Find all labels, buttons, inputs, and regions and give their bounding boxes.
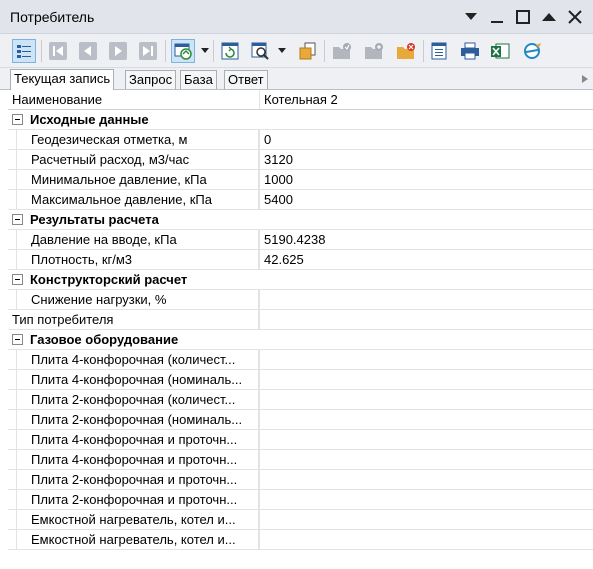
category-gas-equipment[interactable]: Газовое оборудование xyxy=(8,330,593,350)
property-label: Расчетный расход, м3/час xyxy=(31,152,190,167)
category-initial-data[interactable]: Исходные данные xyxy=(8,110,593,130)
tabs-scroll-right-icon[interactable] xyxy=(579,71,591,87)
property-value[interactable]: 5190.4238 xyxy=(259,230,593,249)
find-icon[interactable] xyxy=(248,39,272,63)
property-value[interactable]: 0 xyxy=(259,130,593,149)
property-label: Плита 4-конфорочная и проточн... xyxy=(31,432,238,447)
print-icon[interactable] xyxy=(458,39,482,63)
property-value[interactable] xyxy=(259,430,593,449)
property-label: Наименование xyxy=(12,92,103,107)
grid-row[interactable]: Емкостной нагреватель, котел и... xyxy=(8,530,593,550)
property-value[interactable] xyxy=(259,410,593,429)
property-value[interactable] xyxy=(259,510,593,529)
grid-row[interactable]: Минимальное давление, кПа 1000 xyxy=(8,170,593,190)
category-design-calculation[interactable]: Конструкторский расчет xyxy=(8,270,593,290)
property-value[interactable]: 42.625 xyxy=(259,250,593,269)
grid-row[interactable]: Давление на вводе, кПа 5190.4238 xyxy=(8,230,593,250)
refresh-icon[interactable] xyxy=(218,39,242,63)
category-title: Конструкторский расчет xyxy=(30,272,188,287)
property-label: Геодезическая отметка, м xyxy=(31,132,188,147)
collapse-up-icon[interactable] xyxy=(537,6,561,28)
category-title: Газовое оборудование xyxy=(30,332,179,347)
property-label: Емкостной нагреватель, котел и... xyxy=(31,532,236,547)
folder-delete-icon[interactable] xyxy=(394,39,418,63)
tab-current-record[interactable]: Текущая запись xyxy=(10,69,115,90)
tab-query[interactable]: Запрос xyxy=(125,70,177,89)
property-label: Плита 4-конфорочная и проточн... xyxy=(31,452,238,467)
dropdown-icon[interactable] xyxy=(459,6,483,28)
property-value[interactable] xyxy=(259,290,593,309)
tab-database[interactable]: База xyxy=(180,70,217,89)
minimize-icon[interactable] xyxy=(485,6,509,28)
grid-row[interactable]: Расчетный расход, м3/час 3120 xyxy=(8,150,593,170)
find-dropdown-icon[interactable] xyxy=(278,48,286,54)
category-title: Исходные данные xyxy=(30,112,149,127)
property-label: Максимальное давление, кПа xyxy=(31,192,212,207)
prev-record-icon[interactable] xyxy=(76,39,100,63)
grid-row[interactable]: Плотность, кг/м3 42.625 xyxy=(8,250,593,270)
property-value[interactable] xyxy=(259,450,593,469)
property-label: Плита 2-конфорочная и проточн... xyxy=(31,492,238,507)
property-value[interactable]: Котельная 2 xyxy=(259,90,593,109)
property-label: Плотность, кг/м3 xyxy=(31,252,133,267)
sync-icon[interactable] xyxy=(171,39,195,63)
sync-dropdown-icon[interactable] xyxy=(201,48,209,54)
grid-row[interactable]: Плита 4-конфорочная (номиналь... xyxy=(8,370,593,390)
maximize-icon[interactable] xyxy=(511,6,535,28)
grid-row[interactable]: Плита 2-конфорочная (количест... xyxy=(8,390,593,410)
grid-row[interactable]: Плита 4-конфорочная и проточн... xyxy=(8,450,593,470)
property-value[interactable] xyxy=(259,470,593,489)
property-grid: Наименование Котельная 2 Исходные данные… xyxy=(8,90,593,550)
toolbar xyxy=(0,34,593,68)
tab-response[interactable]: Ответ xyxy=(224,70,268,89)
grid-row[interactable]: Плита 4-конфорочная (количест... xyxy=(8,350,593,370)
grid-row[interactable]: Плита 4-конфорочная и проточн... xyxy=(8,430,593,450)
grid-row-name[interactable]: Наименование Котельная 2 xyxy=(8,90,593,110)
category-calculation-results[interactable]: Результаты расчета xyxy=(8,210,593,230)
grid-row[interactable]: Максимальное давление, кПа 5400 xyxy=(8,190,593,210)
property-label: Плита 2-конфорочная и проточн... xyxy=(31,472,238,487)
property-value[interactable] xyxy=(259,490,593,509)
grid-row[interactable]: Геодезическая отметка, м 0 xyxy=(8,130,593,150)
folder-check-icon[interactable] xyxy=(330,39,354,63)
excel-icon[interactable] xyxy=(488,39,512,63)
grid-view-icon[interactable] xyxy=(12,39,36,63)
property-label: Минимальное давление, кПа xyxy=(31,172,207,187)
property-label: Тип потребителя xyxy=(12,312,114,327)
report-icon[interactable] xyxy=(428,39,452,63)
property-label: Плита 4-конфорочная (количест... xyxy=(31,352,236,367)
property-value[interactable]: 5400 xyxy=(259,190,593,209)
property-value[interactable] xyxy=(259,530,593,549)
grid-row[interactable]: Плита 2-конфорочная (номиналь... xyxy=(8,410,593,430)
grid-row[interactable]: Плита 2-конфорочная и проточн... xyxy=(8,490,593,510)
tabs-bar: Текущая запись Запрос База Ответ xyxy=(0,68,593,90)
property-value[interactable]: 3120 xyxy=(259,150,593,169)
window-title: Потребитель xyxy=(10,9,95,25)
first-record-icon[interactable] xyxy=(46,39,70,63)
property-label: Плита 4-конфорочная (номиналь... xyxy=(31,372,243,387)
close-icon[interactable] xyxy=(563,6,587,28)
grid-row-consumer-type[interactable]: Тип потребителя xyxy=(8,310,593,330)
property-label: Плита 2-конфорочная (номиналь... xyxy=(31,412,243,427)
property-label: Снижение нагрузки, % xyxy=(31,292,167,307)
next-record-icon[interactable] xyxy=(106,39,130,63)
grid-row[interactable]: Снижение нагрузки, % xyxy=(8,290,593,310)
property-value[interactable] xyxy=(259,390,593,409)
folder-add-icon[interactable] xyxy=(362,39,386,63)
property-label: Давление на вводе, кПа xyxy=(31,232,177,247)
web-icon[interactable] xyxy=(520,39,544,63)
copy-icon[interactable] xyxy=(296,39,320,63)
property-label: Емкостной нагреватель, котел и... xyxy=(31,512,236,527)
category-title: Результаты расчета xyxy=(30,212,159,227)
last-record-icon[interactable] xyxy=(136,39,160,63)
property-value[interactable] xyxy=(259,310,593,329)
property-value[interactable]: 1000 xyxy=(259,170,593,189)
property-label: Плита 2-конфорочная (количест... xyxy=(31,392,236,407)
grid-row[interactable]: Емкостной нагреватель, котел и... xyxy=(8,510,593,530)
grid-row[interactable]: Плита 2-конфорочная и проточн... xyxy=(8,470,593,490)
property-value[interactable] xyxy=(259,350,593,369)
title-bar: Потребитель xyxy=(0,0,593,34)
property-value[interactable] xyxy=(259,370,593,389)
